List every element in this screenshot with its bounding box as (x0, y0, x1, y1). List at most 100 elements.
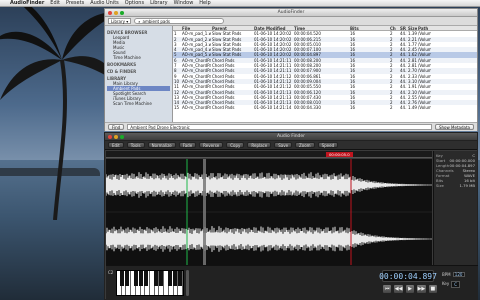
column-header[interactable]: File (181, 26, 211, 30)
minimize-icon[interactable] (114, 11, 118, 15)
show-metadata-button[interactable]: Show Metadata (434, 124, 474, 130)
column-header[interactable]: Ch (389, 26, 399, 30)
piano-black-key[interactable] (119, 271, 124, 286)
table-cell: Chord Pads (212, 105, 235, 111)
column-header[interactable]: Parent (211, 26, 253, 30)
playhead-marker[interactable]: 00:00:05.0 (326, 152, 353, 157)
column-header[interactable]: Date Modified (253, 26, 293, 30)
time-ruler: 00:00:05.0 (106, 151, 432, 158)
table-cell: 2 (390, 105, 393, 111)
piano-black-key[interactable] (144, 271, 149, 286)
sidebar-section-header: BOOKMARKS (107, 62, 137, 67)
editor-toolbar-button[interactable]: Fade (178, 142, 197, 148)
key-value[interactable]: C (451, 281, 461, 288)
key-control[interactable]: Key C (442, 281, 461, 288)
zoom-icon[interactable] (120, 11, 124, 15)
column-header[interactable]: Bits (349, 26, 389, 30)
window-controls (108, 11, 124, 15)
browser-title: AudioFinder (277, 10, 305, 15)
editor-zoom-icon[interactable] (120, 135, 124, 139)
editor-toolbar-button[interactable]: Zoom (295, 142, 315, 148)
sidebar-item[interactable]: Scan Time Machine (107, 101, 170, 106)
play-button[interactable]: ▶ (404, 284, 416, 294)
piano-black-key[interactable] (173, 271, 178, 286)
editor-minimize-icon[interactable] (114, 135, 118, 139)
piano-black-key[interactable] (168, 271, 173, 286)
column-header[interactable] (173, 26, 181, 30)
info-label: Size (436, 183, 444, 188)
volume-slider[interactable] (186, 270, 189, 296)
editor-window-controls (108, 135, 124, 139)
browser-window: AudioFinder Library ▾ ⌕ ambient pads DEV… (104, 8, 478, 131)
column-header[interactable]: Size (407, 26, 417, 30)
menu-bar: AudioFinder Edit Presets Audio Units Opt… (0, 0, 480, 7)
file-table: File Parent Date Modified Time Bits Ch SR Size P… (173, 26, 477, 122)
path-field[interactable]: Ambient Pad Drone Electronic (127, 124, 432, 130)
search-icon: ⌕ (138, 18, 141, 24)
browser-statusbar: Find Ambient Pad Drone Electronic Show M… (105, 122, 477, 131)
piano-black-key[interactable] (124, 271, 129, 286)
table-body: 1AO-m_pad_1.wavSlow Stat Pads01-06-10 14… (173, 31, 477, 110)
table-cell: 01-06-10 14:21:14 (254, 105, 292, 111)
palm-tree-background (0, 0, 120, 220)
close-icon[interactable] (108, 11, 112, 15)
piano-black-key[interactable] (134, 271, 139, 286)
editor-toolbar-button[interactable]: Speed (317, 142, 339, 148)
waveform-channel (106, 226, 432, 252)
editor-toolbar-button[interactable]: Tools (126, 142, 145, 148)
bpm-control[interactable]: BPM 120 (442, 272, 465, 277)
menu-app[interactable]: AudioFinder (10, 0, 44, 6)
search-value: ambient pads (142, 18, 170, 24)
editor-toolbar-button[interactable]: Reverse (199, 142, 224, 148)
sidebar: DEVICE BROWSER Leopard Media Music Sound Time… (105, 26, 173, 122)
editor-toolbar-button[interactable]: Normalize (147, 142, 176, 148)
browser-toolbar: Library ▾ ⌕ ambient pads (105, 17, 477, 26)
menu-window[interactable]: Window (174, 0, 194, 6)
rewind-start-button[interactable]: ⏮ (382, 284, 393, 294)
scroll-region[interactable] (203, 159, 206, 265)
column-header[interactable]: SR (399, 26, 407, 30)
editor-titlebar: Audio Finder (105, 133, 477, 141)
editor-toolbar-button[interactable]: Copy (226, 142, 245, 148)
stop-button[interactable]: ■ (427, 284, 439, 294)
bpm-value[interactable]: 120 (452, 272, 465, 277)
editor-toolbar-button[interactable]: Save (274, 142, 293, 148)
library-select-value: Library (111, 18, 125, 24)
sidebar-item[interactable]: Time Machine (107, 55, 170, 60)
editor-bottom-bar: C2 00:00:04.897 ⏮ ◀◀ ▶ ▶▶ ■ BPM 120 Key C (106, 265, 478, 299)
editor-toolbar: Edit Tools Normalize Fade Reverse Copy Replace… (105, 141, 477, 150)
fast-forward-button[interactable]: ▶▶ (416, 284, 427, 294)
table-cell: 15 (174, 105, 180, 111)
menu-help[interactable]: Help (199, 0, 210, 6)
table-cell: 00:00:04.330 (294, 105, 321, 111)
menu-options[interactable]: Options (125, 0, 144, 6)
editor-toolbar-button[interactable]: Edit (108, 142, 124, 148)
piano-black-key[interactable] (153, 271, 158, 286)
time-display: 00:00:04.897 (379, 270, 437, 282)
piano-black-key[interactable] (139, 271, 144, 286)
editor-toolbar-button[interactable]: Replace (247, 142, 272, 148)
key-label: Key (442, 281, 450, 286)
editor-close-icon[interactable] (108, 135, 112, 139)
search-input[interactable]: ⌕ ambient pads (134, 18, 225, 24)
waveform-display[interactable] (106, 159, 432, 265)
rewind-button[interactable]: ◀◀ (393, 284, 404, 294)
menu-presets[interactable]: Presets (66, 0, 84, 6)
sidebar-section-header: CD & FINDER (107, 69, 137, 74)
waveform-channel (106, 172, 432, 198)
menu-audio-units[interactable]: Audio Units (90, 0, 119, 6)
table-cell: /Volumes/Sound/Sample Archive/Sample Lib… (418, 105, 431, 111)
piano-black-key[interactable] (178, 271, 183, 286)
column-header[interactable]: Time (293, 26, 349, 30)
menu-library[interactable]: Library (150, 0, 167, 6)
menu-edit[interactable]: Edit (50, 0, 60, 6)
info-row: Size 1.79 MB (436, 183, 475, 188)
bpm-label: BPM (442, 272, 451, 277)
piano-keyboard[interactable] (116, 270, 184, 296)
column-header[interactable]: Path (417, 26, 431, 30)
piano-black-key[interactable] (158, 271, 163, 286)
editor-title: Audio Finder (276, 134, 306, 139)
table-row[interactable]: 15AO-m_ChordPad-10.wavChord Pads 01-06-10… (173, 105, 477, 110)
library-select[interactable]: Library ▾ (108, 18, 132, 24)
find-button[interactable]: Find (108, 124, 125, 130)
